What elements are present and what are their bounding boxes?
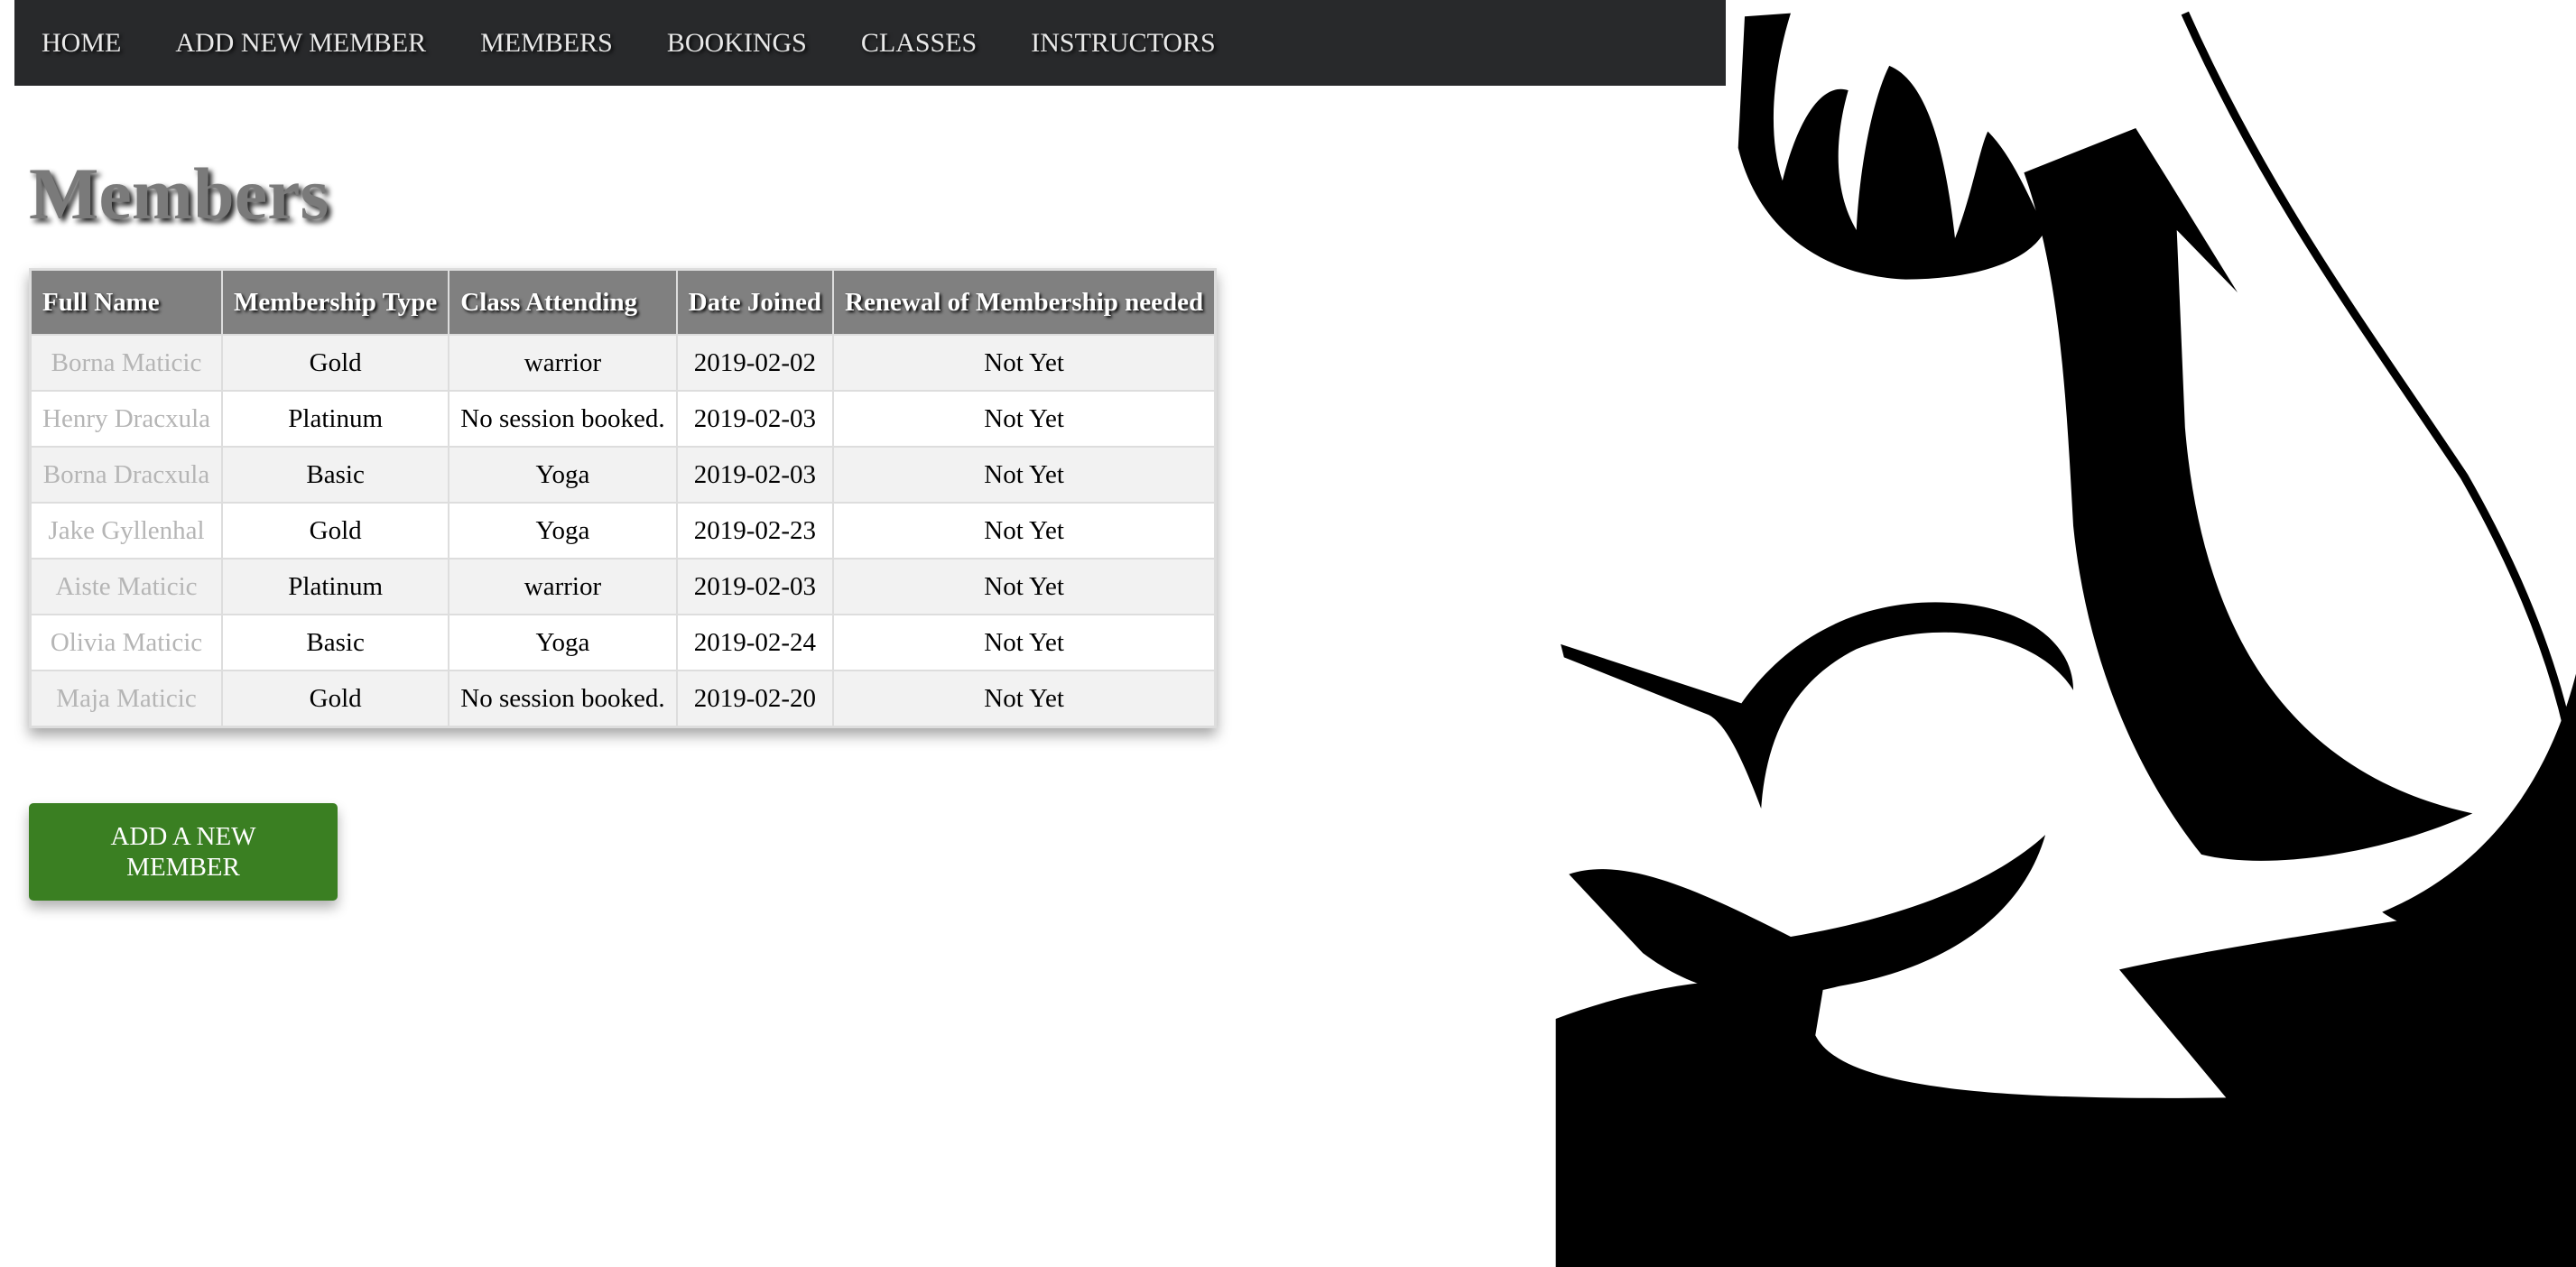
cell-name: Olivia Maticic xyxy=(29,614,223,671)
cell-date-joined: 2019-02-03 xyxy=(675,558,835,615)
elbow-shape xyxy=(2382,673,2576,939)
cell-renewal: Not Yet xyxy=(832,334,1217,392)
col-membership-type: Membership Type xyxy=(220,268,450,336)
cell-name: Jake Gyllenhal xyxy=(29,502,223,560)
col-class-attending: Class Attending xyxy=(448,268,678,336)
table-row: Olivia Maticic Basic Yoga 2019-02-24 Not Yet xyxy=(29,614,1217,671)
table-row: Borna Maticic Gold warrior 2019-02-02 Not Ye… xyxy=(29,334,1217,392)
cell-class: Yoga xyxy=(448,502,678,560)
cell-name: Borna Dracxula xyxy=(29,446,223,504)
table-row: Henry Dracxula Platinum No session booked.… xyxy=(29,390,1217,448)
cell-renewal: Not Yet xyxy=(832,390,1217,448)
cell-date-joined: 2019-02-23 xyxy=(675,502,835,560)
nav-add-new-member[interactable]: ADD NEW MEMBER xyxy=(175,28,426,59)
table-row: Aiste Maticic Platinum warrior 2019-02-03 No… xyxy=(29,558,1217,615)
cell-date-joined: 2019-02-03 xyxy=(675,390,835,448)
cell-class: warrior xyxy=(448,334,678,392)
cell-name: Maja Maticic xyxy=(29,670,223,728)
cell-name: Henry Dracxula xyxy=(29,390,223,448)
cell-membership-type: Platinum xyxy=(220,390,450,448)
cell-membership-type: Gold xyxy=(220,334,450,392)
cell-membership-type: Gold xyxy=(220,502,450,560)
lower-arm-shape xyxy=(1555,835,2576,1267)
fist-shape xyxy=(1737,13,2046,280)
bicep-shape xyxy=(1561,602,2074,809)
cell-membership-type: Gold xyxy=(220,670,450,728)
cell-date-joined: 2019-02-02 xyxy=(675,334,835,392)
cell-date-joined: 2019-02-24 xyxy=(675,614,835,671)
cell-class: Yoga xyxy=(448,614,678,671)
nav-home[interactable]: HOME xyxy=(42,28,121,59)
cell-name: Aiste Maticic xyxy=(29,558,223,615)
add-new-member-label: ADD A NEW MEMBER xyxy=(110,822,256,882)
cell-membership-type: Basic xyxy=(220,614,450,671)
col-full-name: Full Name xyxy=(29,268,223,336)
table-row: Jake Gyllenhal Gold Yoga 2019-02-23 Not Yet xyxy=(29,502,1217,560)
cell-renewal: Not Yet xyxy=(832,670,1217,728)
cell-name: Borna Maticic xyxy=(29,334,223,392)
cell-class: Yoga xyxy=(448,446,678,504)
table-row: Maja Maticic Gold No session booked. 2019-0… xyxy=(29,670,1217,728)
cell-date-joined: 2019-02-03 xyxy=(675,446,835,504)
cell-membership-type: Platinum xyxy=(220,558,450,615)
cell-renewal: Not Yet xyxy=(832,502,1217,560)
cell-class: No session booked. xyxy=(448,390,678,448)
table-header-row: Full Name Membership Type Class Attendin… xyxy=(29,268,1217,336)
col-date-joined: Date Joined xyxy=(675,268,835,336)
nav-instructors[interactable]: INSTRUCTORS xyxy=(1031,28,1216,59)
table-row: Borna Dracxula Basic Yoga 2019-02-03 Not Yet xyxy=(29,446,1217,504)
cell-membership-type: Basic xyxy=(220,446,450,504)
cell-renewal: Not Yet xyxy=(832,446,1217,504)
nav-bookings[interactable]: BOOKINGS xyxy=(667,28,807,59)
forearm-shape xyxy=(2024,128,2473,861)
cell-date-joined: 2019-02-20 xyxy=(675,670,835,728)
col-renewal: Renewal of Membership needed xyxy=(832,268,1217,336)
cell-renewal: Not Yet xyxy=(832,614,1217,671)
top-nav: HOME ADD NEW MEMBER MEMBERS BOOKINGS CLA… xyxy=(14,0,1726,86)
cell-class: warrior xyxy=(448,558,678,615)
cell-class: No session booked. xyxy=(448,670,678,728)
add-new-member-button[interactable]: ADD A NEW MEMBER xyxy=(29,803,338,901)
arm-outline xyxy=(2181,11,2576,773)
nav-members[interactable]: MEMBERS xyxy=(480,28,613,59)
nav-classes[interactable]: CLASSES xyxy=(861,28,977,59)
page-title: Members xyxy=(29,153,329,235)
cell-renewal: Not Yet xyxy=(832,558,1217,615)
members-table: Full Name Membership Type Class Attendin… xyxy=(29,268,1218,728)
